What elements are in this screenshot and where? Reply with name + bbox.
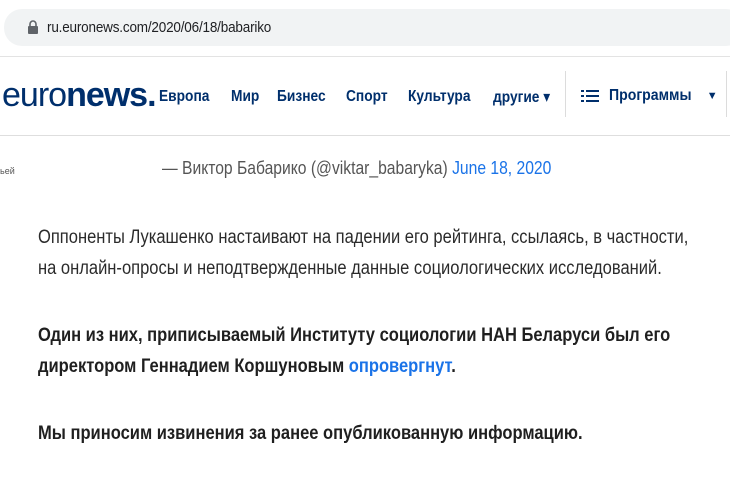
nav-divider xyxy=(565,71,566,117)
browser-address-bar: ru.euronews.com/2020/06/18/babariko xyxy=(0,0,730,57)
nav-item-culture[interactable]: Культура xyxy=(408,88,470,106)
euronews-logo[interactable]: euronews. xyxy=(2,76,157,114)
tweet-attribution: — Виктор Бабарико (@viktar_babaryka) Jun… xyxy=(162,158,551,179)
nav-item-other-dropdown[interactable]: другие ▾ xyxy=(493,87,550,107)
tweet-date-link[interactable]: June 18, 2020 xyxy=(452,158,551,178)
nav-item-world[interactable]: Мир xyxy=(231,88,259,106)
main-nav: Европа Мир Бизнес Спорт Культура другие … xyxy=(159,87,573,107)
logo-part-news: news. xyxy=(66,76,156,114)
cut-off-sidebar-text: ьей xyxy=(0,166,15,176)
tweet-author: — Виктор Бабарико (@viktar_babaryka) xyxy=(162,158,453,178)
paragraph-2-end: . xyxy=(451,356,456,377)
chevron-down-icon: ▼ xyxy=(706,90,718,102)
programs-label: Программы xyxy=(609,87,692,104)
programs-menu-button[interactable]: Программы ▼ xyxy=(581,87,718,105)
nav-item-business[interactable]: Бизнес xyxy=(277,88,326,106)
url-text[interactable]: ru.euronews.com/2020/06/18/babariko xyxy=(47,19,271,36)
nav-item-sport[interactable]: Спорт xyxy=(346,88,388,106)
nav-item-europe[interactable]: Европа xyxy=(159,88,209,106)
article-paragraph-3: Мы приносим извинения за ранее опубликов… xyxy=(38,423,583,444)
article-paragraph-2: Один из них, приписываемый Институту соц… xyxy=(38,320,708,382)
logo-part-euro: euro xyxy=(2,76,67,114)
nav-divider-right xyxy=(726,71,727,117)
site-header: euronews. Европа Мир Бизнес Спорт Культу… xyxy=(0,57,730,136)
lock-icon xyxy=(28,20,38,34)
article-paragraph-1: Оппоненты Лукашенко настаивают на падени… xyxy=(38,227,689,279)
list-menu-icon xyxy=(581,90,599,102)
refuted-link[interactable]: опровергнут xyxy=(349,356,451,377)
